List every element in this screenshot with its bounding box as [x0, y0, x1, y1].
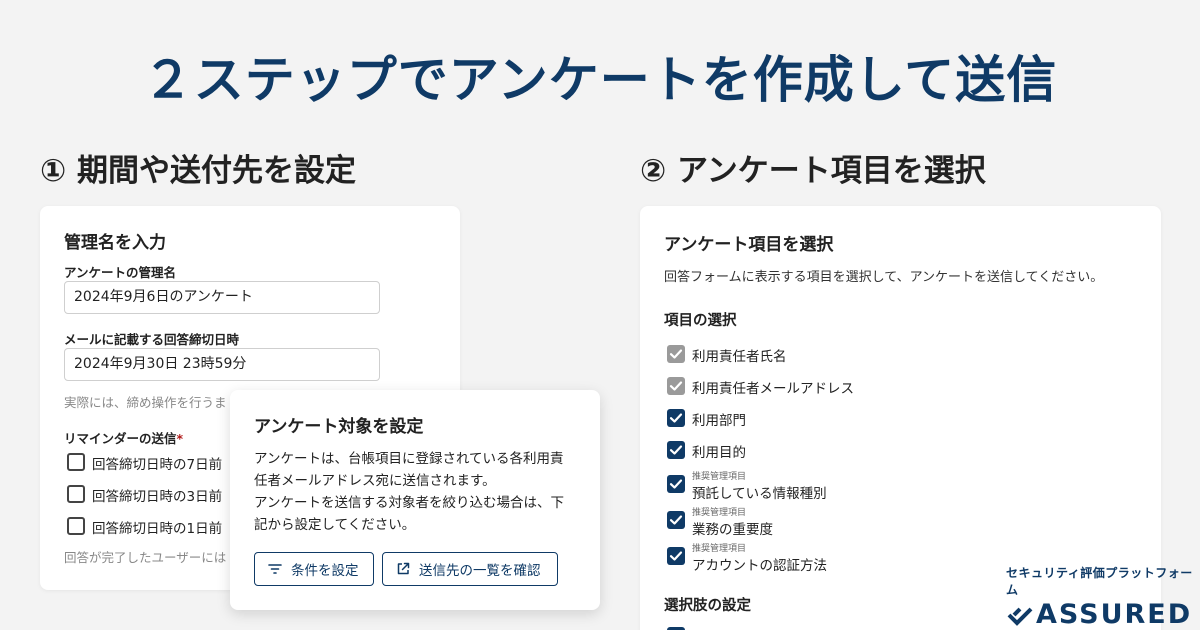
- deadline-label: メールに記載する回答締切日時: [64, 332, 240, 347]
- settings-heading: 管理名を入力: [64, 233, 166, 253]
- item-importance-label: 業務の重要度: [692, 522, 773, 538]
- item-info-type-checkbox[interactable]: [667, 475, 685, 493]
- set-conditions-label: 条件を設定: [291, 563, 359, 579]
- view-recipients-label: 送信先の一覧を確認: [419, 563, 541, 579]
- target-description-line: 記から設定してください。: [254, 517, 416, 533]
- set-conditions-button[interactable]: 条件を設定: [254, 552, 374, 586]
- options-heading: 選択肢の設定: [664, 598, 751, 614]
- item-auth-method-label: アカウントの認証方法: [692, 558, 827, 574]
- items-card-heading: アンケート項目を選択: [664, 235, 834, 255]
- target-description-line: 任者メールアドレス宛に送信されます。: [254, 473, 496, 489]
- reminder-3day-label: 回答締切日時の3日前: [92, 489, 223, 505]
- item-purpose-checkbox[interactable]: [667, 441, 685, 459]
- target-settings-heading: アンケート対象を設定: [254, 417, 424, 437]
- check-icon: [669, 381, 683, 391]
- required-mark: *: [176, 431, 184, 446]
- reminder-label: リマインダーの送信*: [64, 428, 183, 447]
- target-settings-panel: アンケート対象を設定 アンケートは、台帳項目に登録されている各利用責 任者メール…: [230, 390, 600, 610]
- survey-name-input[interactable]: 2024年9月6日のアンケート: [64, 281, 380, 314]
- reminder-label-text: リマインダーの送信: [64, 431, 177, 446]
- brand-logo: セキュリティ評価プラットフォーム ASSURED: [1006, 564, 1200, 630]
- recommended-tag: 推奨管理項目: [692, 508, 747, 518]
- reminder-3day-checkbox[interactable]: [67, 485, 85, 503]
- external-link-icon: [397, 562, 410, 575]
- check-icon: [669, 479, 683, 489]
- check-icon: [669, 413, 683, 423]
- survey-name-label: アンケートの管理名: [64, 265, 177, 280]
- check-icon: [669, 515, 683, 525]
- item-owner-email-label: 利用責任者メールアドレス: [692, 381, 854, 397]
- reminder-7day-checkbox[interactable]: [67, 453, 85, 471]
- completion-hint: 回答が完了したユーザーには: [64, 550, 227, 565]
- brand-wordmark: ASSURED: [1006, 599, 1200, 630]
- brand-name: ASSURED: [1036, 599, 1193, 630]
- reminder-7day-label: 回答締切日時の7日前: [92, 457, 223, 473]
- check-icon: [669, 349, 683, 359]
- deadline-input[interactable]: 2024年9月30日 23時59分: [64, 348, 380, 381]
- deadline-hint: 実際には、締め操作を行うま: [64, 395, 227, 410]
- page-headline: ２ステップでアンケートを作成して送信: [142, 51, 1058, 109]
- items-description: 回答フォームに表示する項目を選択して、アンケートを送信してください。: [664, 270, 1104, 285]
- check-icon: [669, 445, 683, 455]
- item-auth-method-checkbox[interactable]: [667, 547, 685, 565]
- items-selection-heading: 項目の選択: [664, 313, 737, 329]
- item-owner-name-label: 利用責任者氏名: [692, 349, 787, 365]
- item-purpose-label: 利用目的: [692, 445, 746, 461]
- target-description-line: アンケートを送信する対象者を絞り込む場合は、下: [254, 495, 564, 511]
- step1-title: ① 期間や送付先を設定: [40, 153, 357, 189]
- target-settings-description: アンケートは、台帳項目に登録されている各利用責 任者メールアドレス宛に送信されま…: [254, 448, 584, 536]
- filter-icon: [268, 564, 282, 574]
- item-importance-checkbox[interactable]: [667, 511, 685, 529]
- item-department-checkbox[interactable]: [667, 409, 685, 427]
- step2-title: ② アンケート項目を選択: [640, 153, 986, 189]
- reminder-1day-checkbox[interactable]: [67, 517, 85, 535]
- view-recipients-button[interactable]: 送信先の一覧を確認: [382, 552, 558, 586]
- target-description-line: アンケートは、台帳項目に登録されている各利用責: [254, 451, 564, 467]
- recommended-tag: 推奨管理項目: [692, 544, 747, 554]
- brand-tagline: セキュリティ評価プラットフォーム: [1006, 566, 1193, 597]
- item-owner-email-checkbox: [667, 377, 685, 395]
- brand-mark-icon: [1007, 607, 1033, 626]
- item-department-label: 利用部門: [692, 413, 746, 429]
- item-info-type-label: 預託している情報種別: [692, 486, 827, 502]
- reminder-1day-label: 回答締切日時の1日前: [92, 521, 223, 537]
- item-owner-name-checkbox: [667, 345, 685, 363]
- recommended-tag: 推奨管理項目: [692, 472, 747, 482]
- check-icon: [669, 551, 683, 561]
